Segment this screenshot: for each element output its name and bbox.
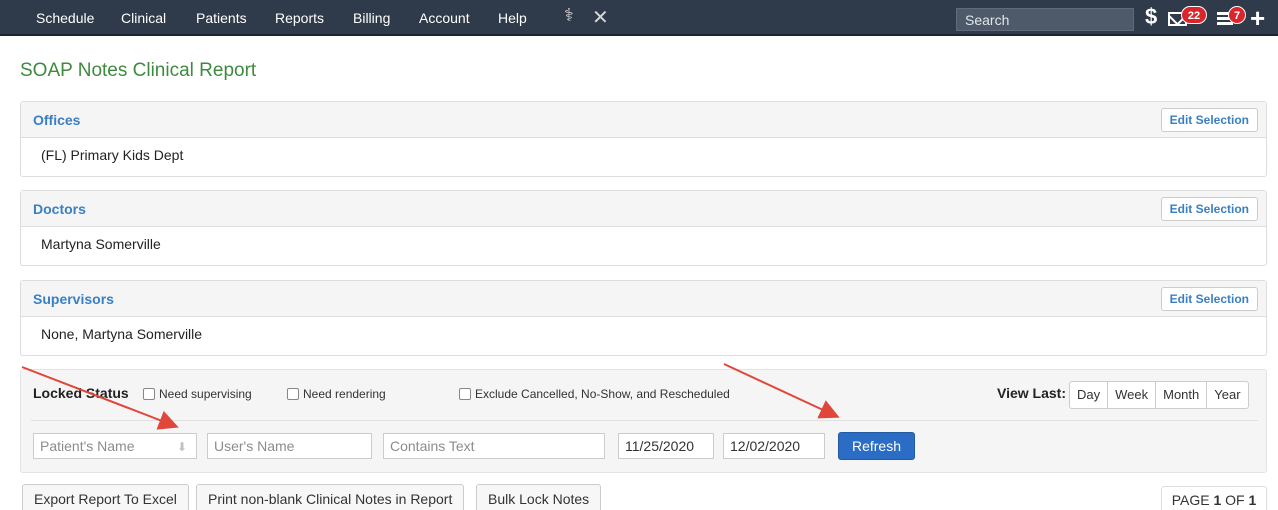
nav-clinical[interactable]: Clinical [121, 10, 166, 26]
supervisors-edit-selection-button[interactable]: Edit Selection [1160, 287, 1258, 311]
need-rendering-checkbox[interactable]: Need rendering [287, 387, 386, 401]
exclude-cancelled-box[interactable] [459, 388, 471, 400]
pagination-indicator: PAGE 1 OF 1 [1161, 486, 1267, 510]
page-prefix: PAGE [1171, 492, 1210, 508]
doctors-panel-title: Doctors [33, 201, 86, 217]
doctors-panel-heading: Doctors Edit Selection [21, 191, 1266, 227]
view-last-year-button[interactable]: Year [1207, 382, 1247, 408]
filter-divider [31, 420, 1258, 421]
bulk-lock-notes-button[interactable]: Bulk Lock Notes [476, 484, 602, 510]
need-rendering-label: Need rendering [303, 387, 386, 401]
page-title: SOAP Notes Clinical Report [20, 60, 257, 81]
add-icon[interactable]: + [1250, 3, 1265, 33]
top-nav-bar: Schedule Clinical Patients Reports Billi… [0, 0, 1278, 36]
export-excel-button[interactable]: Export Report To Excel [22, 484, 189, 510]
nav-patients[interactable]: Patients [196, 10, 247, 26]
offices-panel-heading: Offices Edit Selection [21, 102, 1266, 138]
locked-status-label: Locked Status [33, 385, 129, 401]
page-of: OF [1225, 492, 1245, 508]
nav-billing[interactable]: Billing [353, 10, 390, 26]
offices-panel: Offices Edit Selection (FL) Primary Kids… [20, 101, 1267, 177]
dollar-icon[interactable]: $ [1145, 4, 1157, 30]
tasks-badge: 7 [1228, 6, 1246, 24]
refresh-button[interactable]: Refresh [838, 432, 915, 460]
need-supervising-label: Need supervising [159, 387, 252, 401]
offices-edit-selection-button[interactable]: Edit Selection [1160, 108, 1258, 132]
view-last-week-button[interactable]: Week [1108, 382, 1157, 408]
print-clinical-notes-button[interactable]: Print non-blank Clinical Notes in Report [196, 484, 465, 510]
supervisors-value: None, Martyna Somerville [41, 326, 203, 342]
nav-help[interactable]: Help [498, 10, 527, 26]
view-last-day-button[interactable]: Day [1070, 382, 1109, 408]
nav-reports[interactable]: Reports [275, 10, 324, 26]
contains-text-input[interactable] [383, 433, 605, 459]
caduceus-icon[interactable]: ⚕ [564, 5, 574, 26]
page-total: 1 [1248, 492, 1257, 508]
nav-schedule[interactable]: Schedule [36, 10, 94, 26]
supervisors-panel: Supervisors Edit Selection None, Martyna… [20, 280, 1267, 356]
doctors-panel: Doctors Edit Selection Martyna Somervill… [20, 190, 1267, 266]
need-supervising-box[interactable] [143, 388, 155, 400]
patient-name-select[interactable] [33, 433, 197, 459]
exclude-cancelled-label: Exclude Cancelled, No-Show, and Reschedu… [475, 387, 730, 401]
doctors-value: Martyna Somerville [41, 236, 161, 252]
offices-value: (FL) Primary Kids Dept [41, 147, 184, 163]
view-last-month-button[interactable]: Month [1156, 382, 1208, 408]
user-name-input[interactable] [207, 433, 372, 459]
nav-account[interactable]: Account [419, 10, 470, 26]
view-last-button-group: Day Week Month Year [1069, 381, 1249, 409]
supervisors-panel-heading: Supervisors Edit Selection [21, 281, 1266, 317]
date-from-input[interactable] [618, 433, 714, 459]
need-supervising-checkbox[interactable]: Need supervising [143, 387, 252, 401]
tools-icon[interactable]: ✕ [592, 5, 609, 30]
doctors-edit-selection-button[interactable]: Edit Selection [1160, 197, 1258, 221]
messages-badge: 22 [1181, 6, 1207, 24]
need-rendering-box[interactable] [287, 388, 299, 400]
filter-panel: Locked Status Need supervising Need rend… [20, 369, 1267, 473]
supervisors-panel-title: Supervisors [33, 291, 114, 307]
page-current: 1 [1213, 492, 1222, 508]
offices-panel-title: Offices [33, 112, 81, 128]
select-arrow-down-icon: ⬇ [177, 440, 188, 454]
view-last-label: View Last: [997, 385, 1066, 401]
date-to-input[interactable] [723, 433, 825, 459]
search-input[interactable] [956, 8, 1134, 31]
exclude-cancelled-checkbox[interactable]: Exclude Cancelled, No-Show, and Reschedu… [459, 387, 730, 401]
